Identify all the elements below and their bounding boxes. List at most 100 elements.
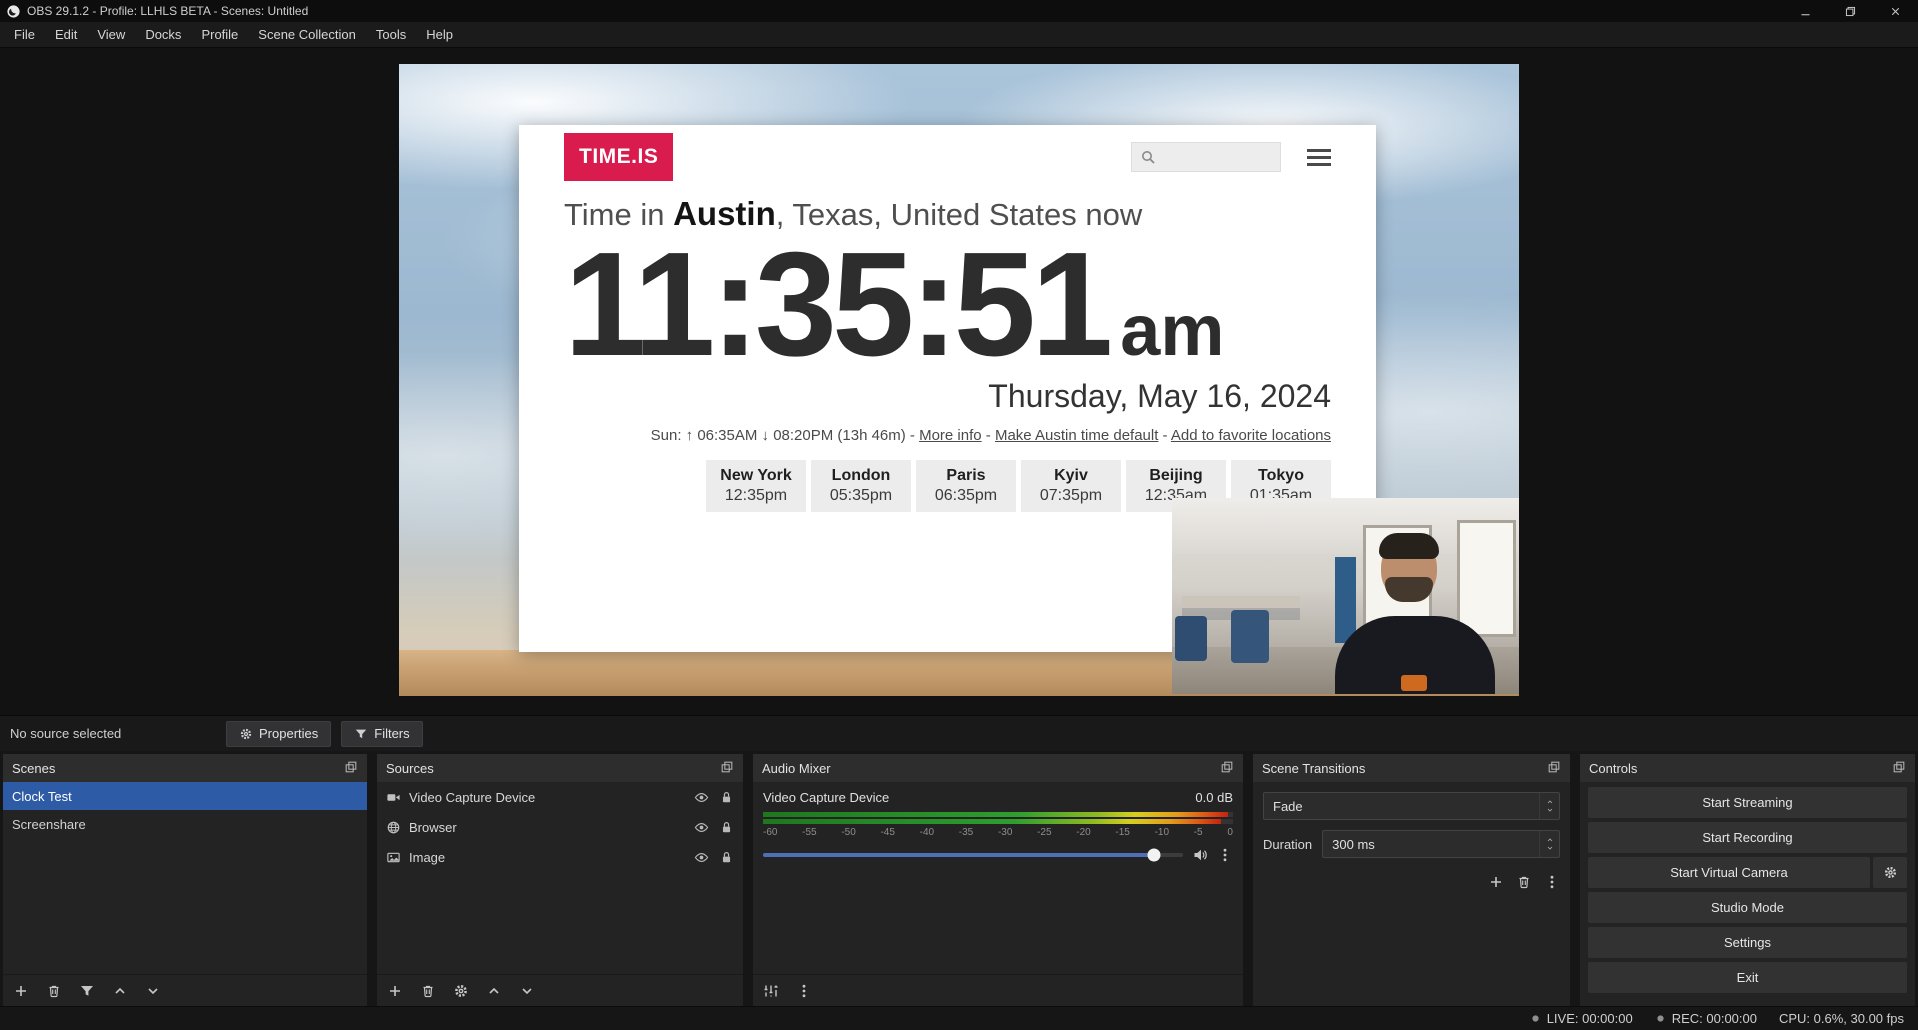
visibility-eye-icon[interactable] (694, 790, 709, 805)
dock-row: Scenes Clock Test Screenshare Sources Vi… (0, 754, 1918, 1006)
minimize-button[interactable] (1783, 0, 1828, 22)
menu-help[interactable]: Help (416, 22, 463, 47)
transition-selected-value: Fade (1273, 799, 1303, 814)
program-canvas[interactable]: TIME.IS Time in Austin, Texas, United St… (399, 64, 1519, 696)
filters-button[interactable]: Filters (341, 721, 422, 747)
maximize-button[interactable] (1828, 0, 1873, 22)
scene-filters-button[interactable] (79, 983, 95, 999)
popout-icon[interactable] (1547, 760, 1561, 777)
menu-scene-collection[interactable]: Scene Collection (248, 22, 366, 47)
close-button[interactable] (1873, 0, 1918, 22)
spin-down-button[interactable] (1545, 844, 1555, 852)
trash-icon (1516, 874, 1532, 890)
properties-button[interactable]: Properties (226, 721, 331, 747)
popout-icon[interactable] (344, 760, 358, 777)
filters-label: Filters (374, 726, 409, 741)
webcam-source[interactable] (1172, 498, 1519, 694)
scenes-toolbar (3, 974, 367, 1006)
remove-source-button[interactable] (420, 983, 436, 999)
transition-options-button[interactable] (1544, 874, 1560, 890)
tick-label: -10 (1155, 827, 1169, 838)
popout-icon[interactable] (1892, 760, 1906, 777)
start-streaming-button[interactable]: Start Streaming (1588, 787, 1907, 818)
settings-button[interactable]: Settings (1588, 927, 1907, 958)
source-item-video-capture[interactable]: Video Capture Device (377, 782, 743, 812)
sun-sep1: - (982, 427, 995, 444)
source-item-browser[interactable]: Browser (377, 812, 743, 842)
remove-scene-button[interactable] (46, 983, 62, 999)
tick-label: -35 (959, 827, 973, 838)
tick-label: -25 (1037, 827, 1051, 838)
plus-icon (13, 983, 29, 999)
chevron-down-icon (519, 983, 535, 999)
globe-icon (386, 820, 401, 835)
search-input (1162, 149, 1272, 166)
move-source-up-button[interactable] (486, 983, 502, 999)
visibility-eye-icon[interactable] (694, 820, 709, 835)
tick-label: -60 (763, 827, 777, 838)
scene-item-clock-test[interactable]: Clock Test (3, 782, 367, 810)
gear-icon (453, 983, 469, 999)
scene-item-screenshare[interactable]: Screenshare (3, 810, 367, 838)
add-scene-button[interactable] (13, 983, 29, 999)
plus-icon (1488, 874, 1504, 890)
stream-status-icon (1530, 1013, 1541, 1024)
source-properties-button[interactable] (453, 983, 469, 999)
remove-transition-button[interactable] (1516, 874, 1532, 890)
menu-tools[interactable]: Tools (366, 22, 416, 47)
meter-fill (763, 819, 1221, 824)
tick-label: -30 (998, 827, 1012, 838)
exit-button[interactable]: Exit (1588, 962, 1907, 993)
scene-transitions-title: Scene Transitions (1262, 761, 1365, 776)
menu-docks[interactable]: Docks (135, 22, 191, 47)
scenes-panel: Scenes Clock Test Screenshare (3, 754, 367, 1006)
move-scene-up-button[interactable] (112, 983, 128, 999)
person (1319, 524, 1509, 694)
clock-display: 11:35:51 (564, 235, 1108, 376)
popout-icon[interactable] (720, 760, 734, 777)
trash-icon (420, 983, 436, 999)
lock-icon[interactable] (719, 820, 734, 835)
menu-file[interactable]: File (4, 22, 45, 47)
image-icon (386, 850, 401, 865)
transition-select[interactable]: Fade (1263, 792, 1560, 820)
virtual-camera-settings-button[interactable] (1873, 857, 1907, 888)
duration-value: 300 ms (1332, 837, 1375, 852)
mute-button[interactable] (1192, 847, 1208, 863)
city-name: London (821, 467, 901, 485)
mixer-options-button[interactable] (796, 983, 812, 999)
spin-up-button[interactable] (1545, 836, 1555, 844)
sources-toolbar (377, 974, 743, 1006)
city-name: Kyiv (1031, 467, 1111, 485)
sources-panel-title: Sources (386, 761, 434, 776)
db-scale: -60 -55 -50 -45 -40 -35 -30 -25 -20 -15 … (763, 827, 1233, 838)
lock-icon[interactable] (719, 790, 734, 805)
add-transition-button[interactable] (1488, 874, 1504, 890)
channel-options-button[interactable] (1217, 847, 1233, 863)
move-source-down-button[interactable] (519, 983, 535, 999)
timeis-page: TIME.IS Time in Austin, Texas, United St… (519, 125, 1376, 512)
lock-icon[interactable] (719, 850, 734, 865)
visibility-eye-icon[interactable] (694, 850, 709, 865)
advanced-audio-button[interactable] (763, 983, 779, 999)
start-virtual-camera-button[interactable]: Start Virtual Camera (1588, 857, 1870, 888)
start-recording-button[interactable]: Start Recording (1588, 822, 1907, 853)
menu-edit[interactable]: Edit (45, 22, 87, 47)
filter-icon (79, 983, 95, 999)
source-item-image[interactable]: Image (377, 842, 743, 872)
studio-mode-button[interactable]: Studio Mode (1588, 892, 1907, 923)
chevron-down-icon (145, 983, 161, 999)
performance-stats: CPU: 0.6%, 30.00 fps (1779, 1011, 1904, 1026)
popout-icon[interactable] (1220, 760, 1234, 777)
add-source-button[interactable] (387, 983, 403, 999)
live-status-text: LIVE: 00:00:00 (1547, 1011, 1633, 1026)
timeis-logo: TIME.IS (564, 133, 673, 181)
duration-spinbox[interactable]: 300 ms (1322, 830, 1560, 858)
city-time: 05:35pm (821, 487, 901, 505)
menu-view[interactable]: View (87, 22, 135, 47)
volume-slider[interactable] (763, 853, 1183, 857)
audio-mixer-title: Audio Mixer (762, 761, 831, 776)
move-scene-down-button[interactable] (145, 983, 161, 999)
menu-profile[interactable]: Profile (191, 22, 248, 47)
volume-slider-handle[interactable] (1147, 849, 1160, 862)
